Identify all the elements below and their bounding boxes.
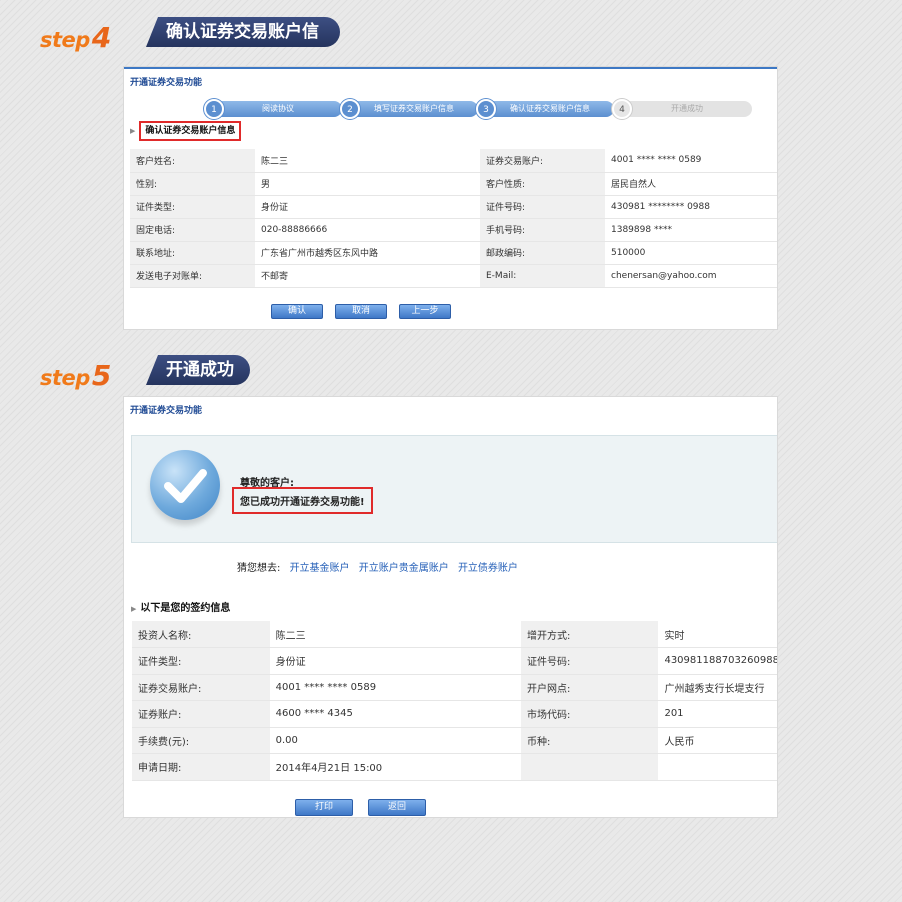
field-value: 广州越秀支行长堤支行 bbox=[658, 674, 777, 701]
field-value: 510000 bbox=[605, 241, 777, 265]
table-row: 联系地址: 广东省广州市越秀区东风中路 邮政编码: 510000 bbox=[130, 241, 777, 265]
field-value: 居民自然人 bbox=[605, 172, 777, 196]
section-title: ▶ 确认证券交易账户信息 bbox=[130, 121, 242, 141]
field-label: 手机号码: bbox=[480, 218, 605, 242]
field-value: chenersan@yahoo.com bbox=[605, 264, 777, 288]
progress-step-3-number: 3 bbox=[476, 99, 496, 119]
table-row: 证件类型: 身份证 证件号码: 430981 ******** 0988 bbox=[130, 195, 777, 219]
field-value: 201 bbox=[658, 700, 777, 728]
field-label: 开户网点: bbox=[520, 674, 659, 701]
field-label: 客户姓名: bbox=[130, 149, 255, 173]
link-precious-metal-account[interactable]: 开立账户贵金属账户 bbox=[359, 563, 449, 574]
field-label: 性别: bbox=[130, 172, 255, 196]
field-label: 客户性质: bbox=[480, 172, 605, 196]
field-value: 实时 bbox=[658, 621, 777, 648]
field-value: 430981188703260988 bbox=[658, 647, 777, 675]
field-label: 投资人名称: bbox=[132, 621, 270, 648]
suggest-label: 猜您想去: bbox=[237, 563, 281, 574]
triangle-icon: ▶ bbox=[130, 127, 136, 135]
field-label: 市场代码: bbox=[520, 700, 659, 728]
table-row: 证券交易账户: 4001 **** **** 0589 开户网点: 广州越秀支行长堤支… bbox=[132, 674, 777, 701]
table-row: 性别: 男客户性质: 居民自然人 bbox=[130, 172, 777, 196]
step4-banner: step4 确认证券交易账户信息 bbox=[40, 17, 340, 54]
field-value: 陈二三 bbox=[255, 149, 480, 173]
field-label: 手续费(元): bbox=[132, 727, 270, 754]
field-label: 发送电子对账单: bbox=[130, 264, 255, 288]
cancel-button[interactable]: 取消 bbox=[335, 304, 387, 319]
progress-step-2-label: 填写证券交易账户信息 bbox=[350, 101, 478, 117]
previous-step-button[interactable]: 上一步 bbox=[399, 304, 451, 319]
field-label: 固定电话: bbox=[130, 218, 255, 242]
table-row: 手续费(元): 0.00 币种: 人民币 bbox=[132, 727, 777, 754]
step5-title: 开通成功 bbox=[146, 355, 250, 385]
suggestions: 猜您想去: 开立基金账户 开立账户贵金属账户 开立债券账户 bbox=[237, 559, 518, 574]
field-label: 邮政编码: bbox=[480, 241, 605, 265]
field-value bbox=[658, 753, 777, 781]
progress-step-2-number: 2 bbox=[340, 99, 360, 119]
step5-banner: step5 开通成功 bbox=[40, 355, 300, 392]
table-row: 申请日期: 2014年4月21日 15:00 bbox=[132, 753, 777, 781]
progress-step-4-number: 4 bbox=[612, 99, 632, 119]
field-label bbox=[520, 753, 659, 781]
field-label: 证件类型: bbox=[132, 647, 270, 675]
field-value: 身份证 bbox=[269, 647, 521, 675]
section-title: ▶ 以下是您的签约信息 bbox=[131, 603, 231, 614]
step4-title: 确认证券交易账户信息 bbox=[146, 17, 340, 47]
field-label: 申请日期: bbox=[132, 753, 270, 781]
progress-steps: 阅读协议 填写证券交易账户信息 确认证券交易账户信息 开通成功 1 2 3 4 bbox=[204, 99, 752, 119]
field-value: 4001 **** **** 0589 bbox=[605, 149, 777, 173]
table-row: 固定电话: 020-88886666 手机号码: 1389898 **** bbox=[130, 218, 777, 242]
panel-header: 开通证券交易功能 bbox=[124, 397, 777, 425]
field-value: 020-88886666 bbox=[255, 218, 480, 242]
link-fund-account[interactable]: 开立基金账户 bbox=[290, 563, 350, 574]
step4-label: step4 bbox=[40, 21, 111, 54]
field-value: 人民币 bbox=[658, 727, 777, 754]
progress-step-1-label: 阅读协议 bbox=[214, 101, 342, 117]
success-message: 您已成功开通证券交易功能! bbox=[232, 487, 373, 514]
confirm-account-panel: 开通证券交易功能 阅读协议 填写证券交易账户信息 确认证券交易账户信息 开通成功… bbox=[123, 66, 778, 330]
highlight-box: 确认证券交易账户信息 bbox=[139, 121, 242, 141]
field-label: 证券账户: bbox=[132, 700, 270, 728]
progress-step-1-number: 1 bbox=[204, 99, 224, 119]
field-value: 4600 **** 4345 bbox=[269, 700, 521, 728]
step5-label: step5 bbox=[40, 359, 111, 392]
field-value: 4001 **** **** 0589 bbox=[269, 674, 521, 701]
field-label: 证件号码: bbox=[520, 647, 659, 675]
panel-header: 开通证券交易功能 bbox=[124, 67, 777, 95]
field-value: 广东省广州市越秀区东风中路 bbox=[255, 241, 480, 265]
progress-step-4-label: 开通成功 bbox=[622, 101, 752, 117]
table-row: 客户姓名: 陈二三 证券交易账户: 4001 **** **** 0589 bbox=[130, 149, 777, 173]
field-value: 430981 ******** 0988 bbox=[605, 195, 777, 219]
field-label: 证券交易账户: bbox=[132, 674, 270, 701]
success-panel: 开通证券交易功能 尊敬的客户: 您已成功开通证券交易功能! 猜您想去: 开立基金… bbox=[123, 396, 778, 818]
account-info-table: 客户姓名: 陈二三 证券交易账户: 4001 **** **** 0589 性别: 男客户… bbox=[130, 149, 777, 288]
field-label: 证件类型: bbox=[130, 195, 255, 219]
print-button[interactable]: 打印 bbox=[295, 799, 353, 816]
field-label: 证件号码: bbox=[480, 195, 605, 219]
field-label: E-Mail: bbox=[480, 264, 605, 288]
link-bond-account[interactable]: 开立债券账户 bbox=[458, 563, 518, 574]
field-value: 陈二三 bbox=[269, 621, 521, 648]
field-value: 0.00 bbox=[269, 727, 521, 754]
back-button[interactable]: 返回 bbox=[368, 799, 426, 816]
success-check-icon bbox=[150, 450, 220, 520]
confirm-button[interactable]: 确认 bbox=[271, 304, 323, 319]
field-value: 2014年4月21日 15:00 bbox=[269, 753, 521, 781]
contract-info-table: 投资人名称: 陈二三 增开方式: 实时 证件类型: 身份证 证件号码: 43098118870… bbox=[132, 621, 777, 781]
field-label: 联系地址: bbox=[130, 241, 255, 265]
field-label: 增开方式: bbox=[520, 621, 659, 648]
table-row: 投资人名称: 陈二三 增开方式: 实时 bbox=[132, 621, 777, 648]
field-label: 币种: bbox=[520, 727, 659, 754]
triangle-icon: ▶ bbox=[131, 605, 137, 613]
table-row: 证券账户: 4600 **** 4345 市场代码: 201 bbox=[132, 700, 777, 728]
field-value: 身份证 bbox=[255, 195, 480, 219]
table-row: 证件类型: 身份证 证件号码: 430981188703260988 bbox=[132, 647, 777, 675]
table-row: 发送电子对账单: 不邮寄 E-Mail: chenersan@yahoo.com bbox=[130, 264, 777, 288]
progress-step-3-label: 确认证券交易账户信息 bbox=[486, 101, 614, 117]
success-message-box: 尊敬的客户: 您已成功开通证券交易功能! bbox=[131, 435, 777, 543]
field-label: 证券交易账户: bbox=[480, 149, 605, 173]
field-value: 1389898 **** bbox=[605, 218, 777, 242]
field-value: 不邮寄 bbox=[255, 264, 480, 288]
field-value: 男 bbox=[255, 172, 480, 196]
